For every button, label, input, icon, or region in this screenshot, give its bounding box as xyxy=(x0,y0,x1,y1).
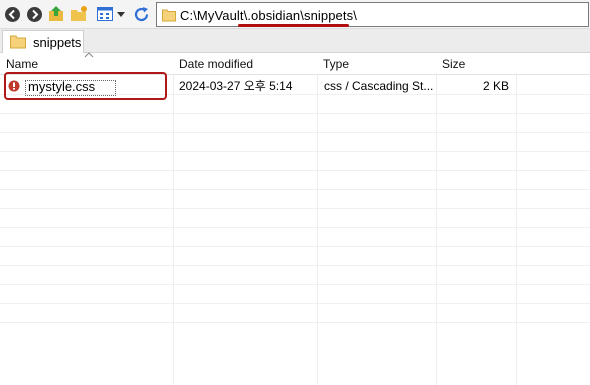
column-header-type[interactable]: Type xyxy=(317,53,436,74)
column-header-date[interactable]: Date modified xyxy=(173,53,317,74)
view-icon[interactable] xyxy=(96,5,114,23)
file-date: 2024-03-27 오후 5:14 xyxy=(179,79,293,93)
empty-row xyxy=(0,114,590,133)
new-folder-icon[interactable] xyxy=(70,5,88,23)
empty-row xyxy=(0,95,590,114)
empty-row xyxy=(0,133,590,152)
empty-row xyxy=(0,266,590,285)
folder-icon xyxy=(162,8,176,25)
folder-icon xyxy=(10,34,26,52)
file-type: css / Cascading St... xyxy=(324,79,434,93)
view-dropdown-icon[interactable] xyxy=(116,5,126,23)
forward-icon[interactable] xyxy=(25,5,43,23)
empty-row xyxy=(0,171,590,190)
empty-row xyxy=(0,285,590,304)
back-icon[interactable] xyxy=(3,5,21,23)
empty-row xyxy=(0,190,590,209)
file-size: 2 KB xyxy=(482,79,509,93)
empty-row xyxy=(0,209,590,228)
toolbar: C:\MyVault\.obsidian\snippets\ xyxy=(0,0,590,29)
refresh-icon[interactable] xyxy=(132,5,150,23)
empty-row xyxy=(0,247,590,266)
tab-snippets[interactable]: snippets xyxy=(2,30,84,53)
address-path: C:\MyVault\.obsidian\snippets\ xyxy=(180,8,357,23)
empty-row xyxy=(0,228,590,247)
empty-row xyxy=(0,304,590,323)
up-folder-icon[interactable] xyxy=(47,5,65,23)
tab-label: snippets xyxy=(33,35,82,50)
path-underline-annotation xyxy=(238,24,349,27)
address-bar[interactable]: C:\MyVault\.obsidian\snippets\ xyxy=(156,2,589,27)
empty-row xyxy=(0,152,590,171)
column-header-size[interactable]: Size xyxy=(436,53,516,74)
sort-ascending-icon xyxy=(84,52,94,58)
tab-strip: snippets xyxy=(0,29,590,53)
